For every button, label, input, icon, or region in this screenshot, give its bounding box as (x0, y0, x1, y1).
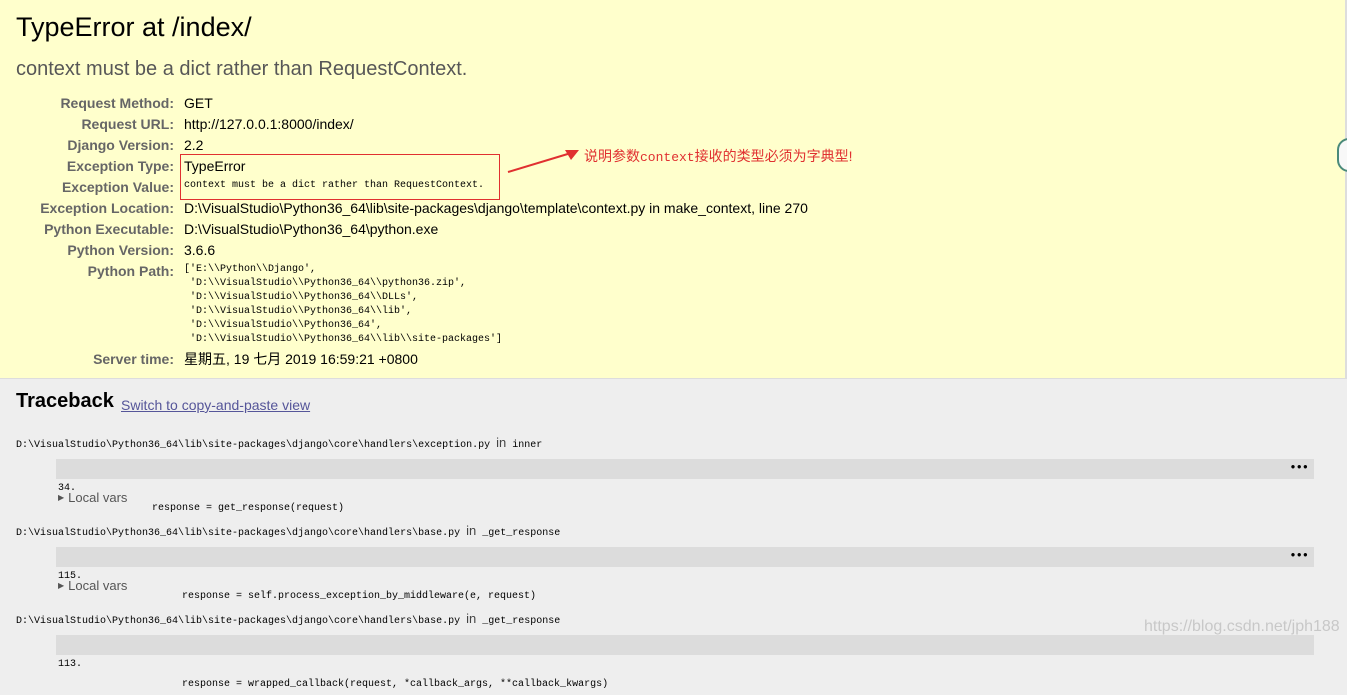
error-message: context must be a dict rather than Reque… (16, 58, 468, 80)
meta-label: Exception Location: (40, 200, 174, 216)
code-context-line[interactable]: 34. response = get_response(request) ••• (56, 458, 1314, 514)
expand-context-icon[interactable]: ••• (1289, 546, 1309, 566)
code-text: response = get_response(request) (152, 503, 345, 514)
frame-in-word: in (466, 611, 477, 626)
annotation-text-before: 说明参数 (584, 148, 640, 164)
local-vars-label: Local vars (68, 578, 128, 593)
triangle-right-icon: ▶ (58, 493, 65, 502)
frame-in-word: in (496, 435, 507, 450)
meta-label: Python Version: (67, 242, 174, 258)
floating-widget-icon[interactable] (1337, 138, 1347, 172)
meta-label: Python Path: (87, 263, 174, 279)
meta-label: Django Version: (67, 137, 174, 153)
triangle-right-icon: ▶ (58, 581, 65, 590)
annotation-text-after: 接收的类型必须为字典型! (694, 148, 853, 164)
watermark: https://blog.csdn.net/jph188 (1144, 618, 1340, 635)
meta-value: GET (184, 95, 213, 111)
frame-function: _get_response (482, 528, 561, 539)
annotation-highlight-box (180, 154, 500, 200)
line-number: 113. (58, 659, 83, 670)
page-title: TypeError at /index/ (16, 12, 252, 42)
frame-path: D:\VisualStudio\Python36_64\lib\site-pac… (16, 611, 560, 627)
code-text: response = self.process_exception_by_mid… (182, 591, 537, 602)
meta-label: Exception Value: (61, 179, 174, 195)
meta-label: Request URL: (81, 116, 174, 132)
expand-context-icon[interactable]: ••• (1289, 458, 1309, 478)
code-text: response = wrapped_callback(request, *ca… (182, 679, 609, 690)
meta-label: Request Method: (60, 95, 174, 111)
annotation-text-code: context (640, 150, 695, 165)
local-vars-toggle[interactable]: ▶ Local vars (58, 490, 127, 505)
meta-value: D:\VisualStudio\Python36_64\python.exe (184, 221, 439, 237)
meta-value: D:\VisualStudio\Python36_64\lib\site-pac… (184, 200, 808, 216)
frame-in-word: in (466, 523, 477, 538)
code-context-line[interactable]: 113. response = wrapped_callback(request… (56, 635, 1314, 690)
frame-file: D:\VisualStudio\Python36_64\lib\site-pac… (16, 528, 461, 539)
frame-file: D:\VisualStudio\Python36_64\lib\site-pac… (16, 616, 461, 627)
local-vars-toggle[interactable]: ▶ Local vars (58, 578, 127, 593)
annotation-note: 说明参数context接收的类型必须为字典型! (584, 146, 853, 166)
switch-to-copy-paste-link[interactable]: Switch to copy-and-paste view (121, 397, 310, 413)
meta-label: Python Executable: (44, 221, 174, 237)
meta-value: 星期五, 19 七月 2019 16:59:21 +0800 (184, 351, 418, 367)
annotation-arrow-icon (507, 150, 579, 173)
traceback-heading: Traceback (16, 390, 114, 412)
meta-value: http://127.0.0.1:8000/index/ (184, 116, 354, 132)
meta-value: 2.2 (184, 137, 204, 153)
error-summary: TypeError at /index/ context must be a d… (0, 0, 1347, 379)
meta-label: Server time: (93, 351, 174, 367)
code-context-line[interactable]: 115. response = self.process_exception_b… (56, 546, 1314, 602)
frame-function: _get_response (482, 616, 561, 627)
frame-file: D:\VisualStudio\Python36_64\lib\site-pac… (16, 440, 491, 451)
meta-value: 3.6.6 (184, 242, 216, 258)
frame-function: inner (512, 440, 543, 451)
local-vars-label: Local vars (68, 490, 128, 505)
frame-path: D:\VisualStudio\Python36_64\lib\site-pac… (16, 523, 560, 539)
meta-label: Exception Type: (66, 158, 174, 174)
frame-path: D:\VisualStudio\Python36_64\lib\site-pac… (16, 435, 542, 451)
meta-value: ['E:\\Python\\Django', 'D:\\VisualStudio… (184, 264, 503, 345)
